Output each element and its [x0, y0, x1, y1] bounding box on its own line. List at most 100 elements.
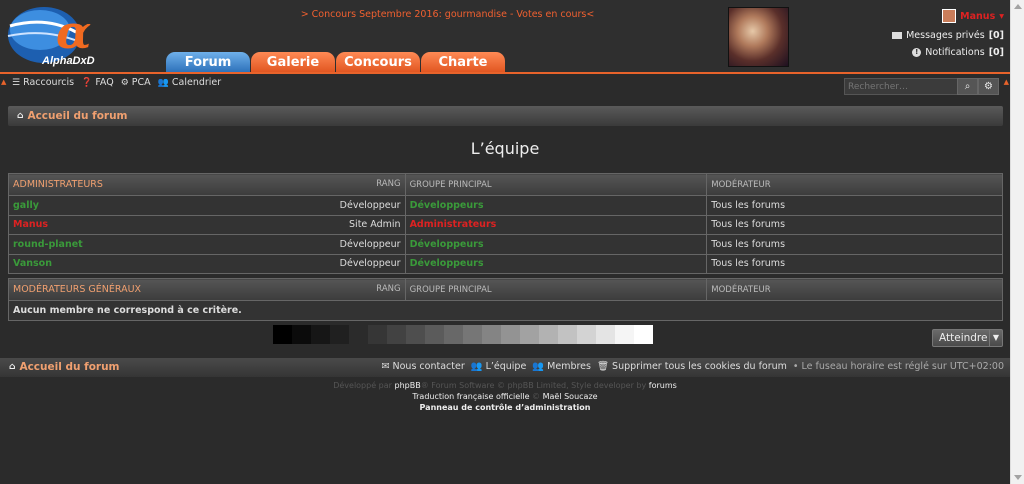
member-link[interactable]: Manus [13, 219, 48, 230]
advanced-search-button[interactable]: ⚙ [978, 78, 999, 95]
table-row: gally Développeur Développeurs Tous les f… [8, 195, 1003, 216]
search-icon: ⌕ [964, 81, 971, 92]
phpbb-link[interactable]: phpBB [395, 381, 421, 390]
member-link[interactable]: gally [13, 200, 39, 211]
color-swatch[interactable] [292, 325, 311, 344]
table-header-row: MODÉRATEURS GÉNÉRAUX RANG GROUPE PRINCIP… [8, 278, 1003, 301]
col-moderator: MODÉRATEUR [706, 278, 1003, 301]
nav-item-pca[interactable]: ⚙ PCA [121, 77, 151, 88]
style-developer-link[interactable]: forums [649, 381, 677, 390]
color-swatch[interactable] [539, 325, 558, 344]
color-swatch[interactable] [520, 325, 539, 344]
header: α AlphaDxD > Concours Septembre 2016: go… [0, 0, 1010, 74]
tab-forum[interactable]: Forum [166, 52, 250, 73]
user-menu[interactable]: Manus ▾ [942, 9, 1004, 23]
gear-icon: ⚙ [120, 77, 129, 88]
announcement-link[interactable]: > Concours Septembre 2016: gourmandise -… [170, 9, 725, 20]
nav-item-faq[interactable]: ❓ FAQ [81, 77, 114, 88]
footer-link-members[interactable]: 👥 Membres [532, 361, 591, 372]
color-swatch[interactable] [368, 325, 387, 344]
color-swatch[interactable] [634, 325, 653, 344]
group-link[interactable]: Développeurs [410, 258, 484, 269]
users-icon: 👥 [157, 77, 169, 88]
credits-line-1: Développé par phpBB® Forum Software © ph… [0, 381, 1010, 390]
footer-link-cookies[interactable]: 🗑 Supprimer tous les cookies du forum [597, 361, 787, 372]
group-link[interactable]: Développeurs [410, 239, 484, 250]
color-swatch[interactable] [444, 325, 463, 344]
color-swatch[interactable] [615, 325, 634, 344]
group-name: ADMINISTRATEURS [13, 179, 103, 190]
group-link[interactable]: Administrateurs [410, 219, 497, 230]
translator-link[interactable]: Maël Soucaze [543, 392, 598, 401]
alphadxd-logo[interactable]: α AlphaDxD [6, 2, 110, 68]
color-swatch[interactable] [558, 325, 577, 344]
table-row: Aucun membre ne correspond à ce critère. [8, 300, 1003, 321]
chevron-down-icon: ▼ [989, 330, 1002, 346]
jump-to-select[interactable]: Atteindre ▼ [932, 329, 1003, 347]
color-swatch[interactable] [482, 325, 501, 344]
tab-charte[interactable]: Charte [421, 52, 505, 73]
color-swatch[interactable] [349, 325, 368, 344]
scroll-up-icon[interactable] [1014, 4, 1022, 9]
header-banner-image[interactable] [728, 7, 789, 67]
member-cell: round-planet Développeur [8, 234, 406, 255]
question-icon: ❓ [81, 77, 93, 88]
acp-link[interactable]: Panneau de contrôle d’administration [420, 403, 591, 412]
warning-icon: ▲ [1003, 78, 1009, 86]
credits-line-3: Panneau de contrôle d’administration [0, 403, 1010, 412]
header-divider [0, 72, 1010, 74]
member-link[interactable]: Vanson [13, 258, 52, 269]
color-swatch[interactable] [406, 325, 425, 344]
color-swatch[interactable] [387, 325, 406, 344]
color-swatch[interactable] [330, 325, 349, 344]
envelope-icon: ✉ [381, 361, 390, 372]
nav-item-calendrier[interactable]: 👥 Calendrier [158, 77, 222, 88]
users-icon: 👥 [532, 361, 545, 372]
color-swatch[interactable] [501, 325, 520, 344]
color-swatch[interactable] [425, 325, 444, 344]
footer-link-contact[interactable]: ✉ Nous contacter [382, 361, 465, 372]
nav-item-label: Raccourcis [23, 77, 75, 88]
home-icon: ⌂ [9, 362, 16, 372]
tab-concours[interactable]: Concours [336, 52, 420, 73]
member-link[interactable]: round-planet [13, 239, 83, 250]
notifications-link[interactable]: ! Notifications [0] [912, 47, 1004, 58]
table-row: Manus Site Admin Administrateurs Tous les… [8, 214, 1003, 235]
group-name: MODÉRATEURS GÉNÉRAUX [13, 284, 142, 295]
menu-icon: ☰ [12, 77, 21, 88]
translation-link[interactable]: Traduction française officielle [412, 392, 529, 401]
member-rank: Site Admin [349, 219, 401, 231]
color-swatch-row [273, 325, 653, 344]
footer-home-link[interactable]: ⌂ Accueil du forum [9, 361, 120, 373]
scroll-down-icon[interactable] [1014, 475, 1022, 480]
credits-text: © [529, 392, 543, 401]
color-swatch[interactable] [577, 325, 596, 344]
breadcrumb-home-link[interactable]: ⌂ Accueil du forum [17, 110, 128, 122]
notif-label: Notifications [925, 47, 985, 58]
jump-label: Atteindre [939, 332, 988, 344]
nav-item-raccourcis[interactable]: ☰ Raccourcis [12, 77, 74, 88]
user-name: Manus [960, 10, 996, 22]
trash-icon: 🗑 [596, 361, 610, 372]
group-header: MODÉRATEURS GÉNÉRAUX RANG [8, 278, 406, 301]
col-group: GROUPE PRINCIPAL [404, 278, 708, 301]
group-link[interactable]: Développeurs [410, 200, 484, 211]
footer-link-team[interactable]: 👥 L’équipe [471, 361, 527, 372]
color-swatch[interactable] [596, 325, 615, 344]
moderator-cell: Tous les forums [706, 195, 1003, 216]
footer-link-label: Supprimer tous les cookies du forum [612, 361, 787, 372]
color-swatch[interactable] [273, 325, 292, 344]
svg-text:α: α [56, 5, 91, 59]
table-header-row: ADMINISTRATEURS RANG GROUPE PRINCIPAL MO… [8, 173, 1003, 196]
moderator-cell: Tous les forums [706, 214, 1003, 235]
color-swatch[interactable] [463, 325, 482, 344]
tab-galerie[interactable]: Galerie [251, 52, 335, 73]
private-messages-link[interactable]: Messages privés [0] [892, 30, 1004, 41]
scrollbar[interactable] [1010, 0, 1024, 484]
color-swatch[interactable] [311, 325, 330, 344]
notif-count: [0] [988, 47, 1004, 58]
search-button[interactable]: ⌕ [957, 78, 978, 95]
col-moderator: MODÉRATEUR [706, 173, 1003, 196]
search-input[interactable] [844, 78, 958, 95]
nav-item-label: PCA [131, 77, 151, 88]
